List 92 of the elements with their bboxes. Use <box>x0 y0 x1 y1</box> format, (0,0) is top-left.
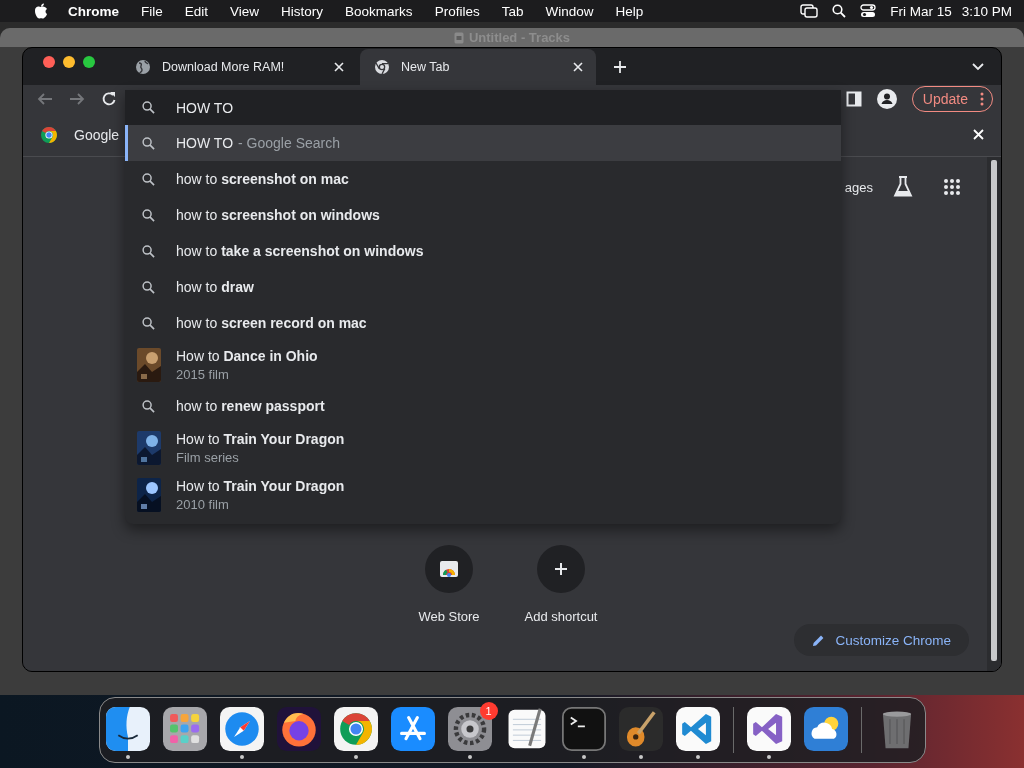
suggestion-text: How to Train Your Dragon <box>176 430 345 447</box>
suggestion-item[interactable]: how to screen record on mac <box>125 305 841 341</box>
search-icon <box>142 101 155 114</box>
address-field[interactable]: HOW TO <box>176 99 841 116</box>
address-bar[interactable]: HOW TO <box>125 90 841 125</box>
window-stack-icon[interactable] <box>800 4 819 18</box>
search-icon <box>142 136 155 150</box>
suggestion-item[interactable]: How to Train Your Dragon 2010 film <box>125 471 841 518</box>
search-icon[interactable] <box>832 4 847 18</box>
globe-icon[interactable] <box>276 707 321 751</box>
menu-item[interactable]: File <box>141 3 163 19</box>
suggestion-text: How to Dance in Ohio <box>176 347 318 364</box>
menu-item[interactable]: View <box>230 3 260 19</box>
browser-tab[interactable]: Download More RAM! <box>121 48 357 85</box>
close-window-button[interactable] <box>43 56 55 69</box>
shortcut-label[interactable]: Add shortcut <box>524 609 598 624</box>
bookmark-label[interactable]: Google <box>74 126 120 143</box>
flask-icon[interactable] <box>893 176 913 198</box>
new-tab-icon[interactable] <box>613 59 627 74</box>
toggle-icon[interactable] <box>860 4 877 18</box>
suggestion-detail: Film series <box>176 449 240 465</box>
suggestion-text: how to screenshot on mac <box>176 171 349 187</box>
menu-item[interactable]: Tab <box>501 3 524 19</box>
suggestion-item[interactable]: HOW TO - Google Search <box>125 125 841 161</box>
menu-item[interactable]: History <box>281 3 324 19</box>
shortcut-label[interactable]: Web Store <box>418 609 480 624</box>
gear-icon[interactable] <box>447 707 492 751</box>
suggestion-text: how to renew passport <box>176 398 325 414</box>
menubar-time[interactable]: 3:10 PM <box>961 3 1012 19</box>
chevron-icon[interactable] <box>675 707 720 751</box>
update-button[interactable]: Update <box>911 86 993 113</box>
suggestion-item[interactable]: How to Dance in Ohio 2015 film <box>125 341 841 388</box>
suggestion-item[interactable]: how to screenshot on mac <box>125 161 841 197</box>
menu-item[interactable]: Help <box>615 3 644 19</box>
minimize-button[interactable] <box>63 56 75 69</box>
suggestion-text: how to draw <box>176 279 254 295</box>
menu-item[interactable]: Chrome <box>68 3 119 19</box>
suggestion-text: how to screenshot on windows <box>176 207 380 223</box>
circle-logo-icon[interactable] <box>333 707 378 751</box>
menu-item[interactable]: Bookmarks <box>345 3 413 19</box>
plus-icon <box>554 562 568 576</box>
split-tile-icon[interactable] <box>105 707 150 751</box>
suggestion-text: HOW TO <box>176 135 234 151</box>
store-icon <box>439 559 459 579</box>
suggestion-item[interactable]: how to screenshot on windows <box>125 197 841 233</box>
pencil-icon <box>812 633 826 647</box>
suggestion-item[interactable]: how to renew passport <box>125 388 841 424</box>
customize-button[interactable]: Customize Chrome <box>794 624 969 656</box>
guitar-icon[interactable] <box>618 707 663 751</box>
shortcut-tile[interactable] <box>425 545 473 593</box>
suggestion-item[interactable]: How to Train Your Dragon Film series <box>125 424 841 471</box>
letter-a-icon[interactable] <box>390 707 435 751</box>
grid-icon[interactable] <box>162 707 207 751</box>
search-icon <box>142 208 155 222</box>
circle-logo-icon <box>374 58 390 75</box>
side-panel-icon[interactable] <box>845 91 862 108</box>
scrollbar[interactable] <box>991 160 997 661</box>
suggestion-item[interactable]: how to take a screenshot on windows <box>125 233 841 269</box>
search-icon <box>142 399 155 413</box>
document-icon <box>453 31 464 44</box>
zoom-button[interactable] <box>83 56 95 69</box>
suggestion-text: how to screen record on mac <box>176 315 367 331</box>
notification-badge: 1 <box>479 702 498 720</box>
terminal-icon[interactable] <box>561 707 606 751</box>
suggestion-text: how to take a screenshot on windows <box>176 243 424 259</box>
compass-icon[interactable] <box>219 707 264 751</box>
search-icon <box>142 172 155 186</box>
close-icon[interactable] <box>573 61 583 72</box>
search-icon <box>142 316 155 330</box>
browser-tab[interactable]: New Tab <box>360 48 596 85</box>
suggestion-item[interactable]: how to draw <box>125 269 841 305</box>
chevron-down-icon[interactable] <box>972 62 984 71</box>
suggestion-detail: - Google Search <box>238 135 340 151</box>
search-icon <box>142 280 155 294</box>
menubar-date[interactable]: Fri Mar 15 <box>890 3 952 19</box>
menu-item[interactable]: Profiles <box>434 3 480 19</box>
loop-icon[interactable] <box>746 707 791 751</box>
close-icon[interactable] <box>334 61 344 72</box>
more-icon[interactable] <box>980 92 984 107</box>
suggestion-detail: 2010 film <box>176 496 230 512</box>
apps-grid-icon[interactable] <box>943 178 961 196</box>
circle-logo-icon <box>40 125 58 144</box>
suggestion-detail: 2015 film <box>176 366 230 382</box>
menu-item[interactable]: Window <box>545 3 594 19</box>
cloud-icon[interactable] <box>803 707 848 751</box>
apple-icon[interactable] <box>34 3 48 19</box>
profile-icon[interactable] <box>875 88 898 111</box>
suggestion-text: How to Train Your Dragon <box>176 477 345 494</box>
menu-item[interactable]: Edit <box>184 3 209 19</box>
search-icon <box>142 244 155 258</box>
globe-icon <box>135 58 151 75</box>
header-link[interactable]: ages <box>844 179 873 195</box>
